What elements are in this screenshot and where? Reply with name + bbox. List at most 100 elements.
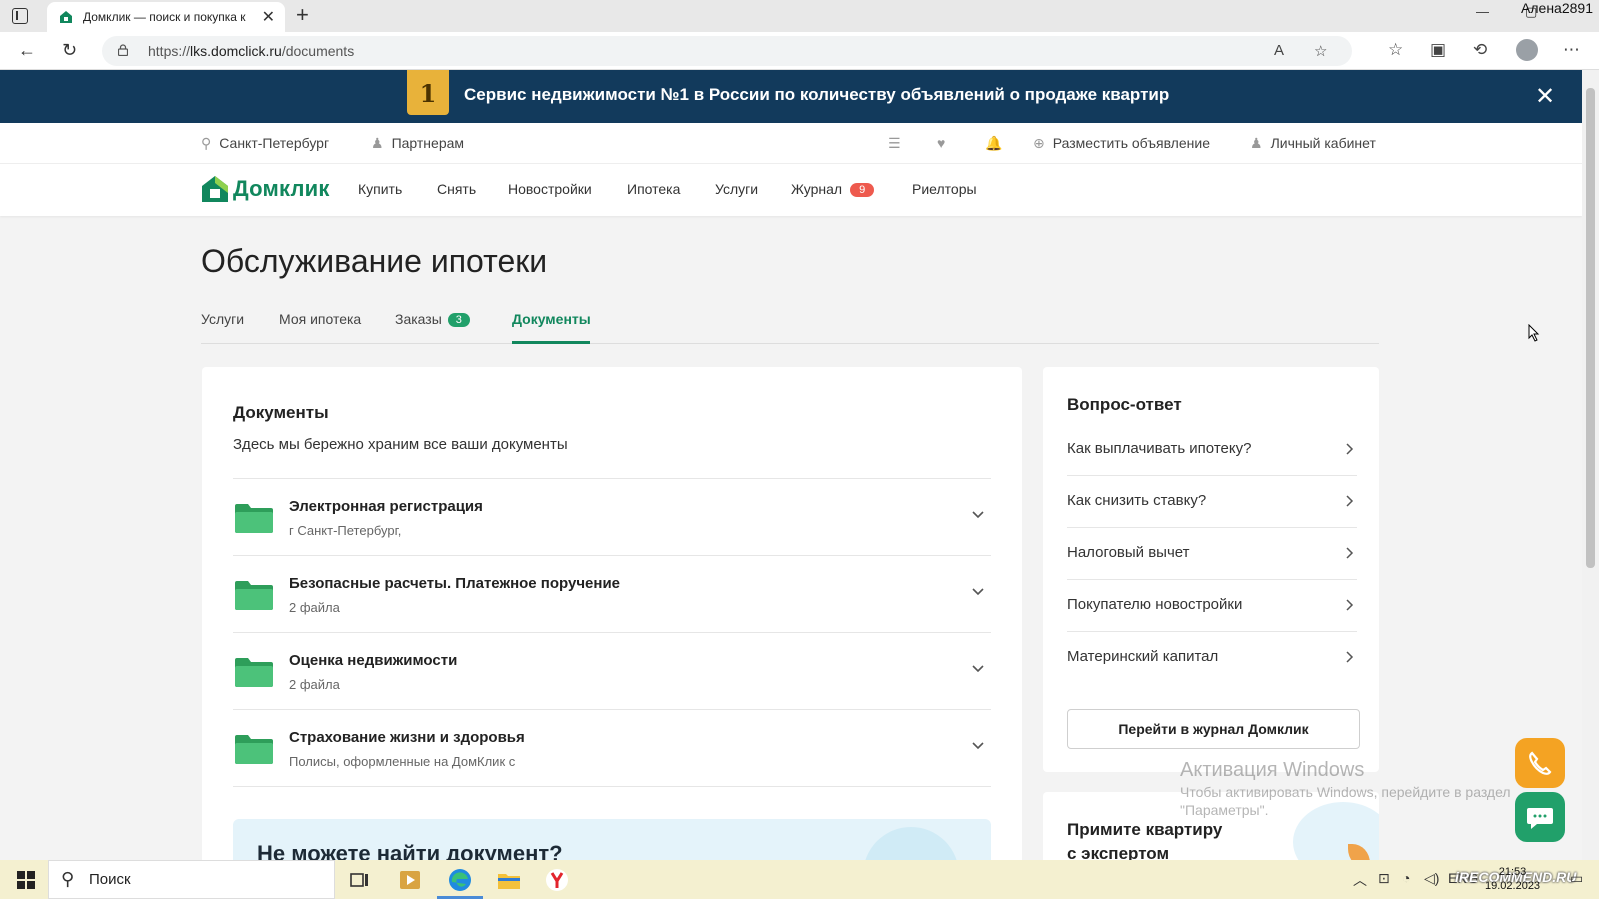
minimize-icon[interactable]: —: [1476, 4, 1489, 19]
page-scrollbar[interactable]: [1582, 70, 1599, 860]
lock-icon[interactable]: [118, 44, 128, 56]
document-row-insurance[interactable]: Страхование жизни и здоровья Полисы, офо…: [233, 709, 991, 786]
edge-browser-icon[interactable]: [446, 866, 474, 894]
chevron-down-icon[interactable]: [971, 584, 985, 598]
windows-start-icon[interactable]: [17, 871, 35, 889]
documents-title: Документы: [233, 403, 329, 422]
document-meta: г Санкт-Петербург,: [289, 523, 402, 538]
collections-icon[interactable]: ▣: [1430, 40, 1446, 60]
faq-item[interactable]: Как снизить ставку?: [1067, 476, 1357, 528]
notifications-icon[interactable]: ▭: [1570, 870, 1583, 887]
document-name: Оценка недвижимости: [289, 652, 458, 669]
nav-new-buildings[interactable]: Новостройки: [508, 181, 592, 197]
tab-services[interactable]: Услуги: [201, 311, 244, 327]
sub-tabs: Услуги Моя ипотека Заказы 3 Документы: [201, 306, 1379, 344]
windows-activation-watermark: Активация Windows Чтобы активировать Win…: [1180, 759, 1511, 818]
nav-rent[interactable]: Снять: [437, 181, 476, 197]
document-meta: Полисы, оформленные на ДомКлик с: [289, 754, 516, 769]
house-logo-icon: [202, 176, 228, 202]
post-ad-link[interactable]: ⊕ Разместить объявление: [1033, 135, 1210, 152]
favorites-icon[interactable]: ☆: [1388, 40, 1403, 60]
journal-count-badge: 9: [850, 183, 875, 197]
notifications-bell-icon[interactable]: 🔔: [985, 135, 1002, 152]
person-icon: ♟: [371, 135, 384, 151]
scroll-thumb[interactable]: [1586, 88, 1595, 568]
chevron-down-icon[interactable]: [971, 738, 985, 752]
chevron-down-icon[interactable]: [971, 661, 985, 675]
active-tab-indicator: [512, 341, 590, 344]
cabinet-link[interactable]: ♟ Личный кабинет: [1250, 135, 1376, 152]
document-row-registration[interactable]: Электронная регистрация г Санкт-Петербур…: [233, 478, 991, 555]
document-name: Безопасные расчеты. Платежное поручение: [289, 575, 621, 592]
nav-buy[interactable]: Купить: [358, 181, 402, 197]
nav-journal[interactable]: Журнал 9: [791, 181, 875, 197]
search-icon: ⚲: [61, 869, 75, 889]
close-banner-icon[interactable]: ✕: [1535, 82, 1555, 111]
yandex-browser-icon[interactable]: [543, 866, 571, 894]
call-button[interactable]: [1515, 738, 1565, 788]
chevron-down-icon[interactable]: [971, 507, 985, 521]
tab-actions-icon[interactable]: [12, 8, 28, 24]
nav-services[interactable]: Услуги: [715, 181, 758, 197]
task-view-icon[interactable]: [346, 866, 374, 894]
refresh-icon[interactable]: ↻: [62, 40, 77, 61]
nav-mortgage[interactable]: Ипотека: [627, 181, 680, 197]
system-clock[interactable]: 21:53 19.02.2023: [1485, 865, 1540, 893]
tray-expand-icon[interactable]: ︿: [1353, 870, 1367, 890]
folder-icon: [235, 735, 273, 764]
url-field[interactable]: https://lks.domclick.ru/documents A ☆: [102, 36, 1352, 66]
faq-item[interactable]: Налоговый вычет: [1067, 528, 1357, 580]
user-icon: ♟: [1250, 135, 1263, 151]
faq-title: Вопрос-ответ: [1067, 395, 1182, 414]
expert-heading: Примите квартиру с экспертом: [1067, 820, 1223, 863]
document-row-valuation[interactable]: Оценка недвижимости 2 файла: [233, 632, 991, 709]
documents-subtitle: Здесь мы бережно храним все ваши докумен…: [233, 436, 568, 453]
tray-app-icon[interactable]: ⊡: [1378, 870, 1390, 887]
faq-card: Вопрос-ответ Как выплачивать ипотеку? Ка…: [1043, 367, 1379, 772]
volume-icon[interactable]: ◁): [1424, 870, 1439, 887]
chevron-right-icon: [1346, 443, 1354, 455]
city-selector[interactable]: ⚲ Санкт-Петербург: [201, 135, 329, 152]
browser-tab[interactable]: Домклик — поиск и покупка к ✕: [47, 2, 285, 32]
document-row-safe-payments[interactable]: Безопасные расчеты. Платежное поручение …: [233, 555, 991, 632]
chat-button[interactable]: [1515, 792, 1565, 842]
document-meta: 2 файла: [289, 600, 340, 615]
top-utility-bar: ⚲ Санкт-Петербург ♟ Партнерам ☰ ♥ 🔔 ⊕ Разме…: [0, 123, 1582, 164]
document-name: Страхование жизни и здоровья: [289, 729, 525, 746]
network-icon[interactable]: ◔: [1402, 870, 1410, 886]
compare-icon[interactable]: ☰: [888, 135, 901, 152]
chevron-right-icon: [1346, 495, 1354, 507]
more-menu-icon[interactable]: ⋯: [1563, 40, 1580, 60]
folder-icon: [235, 658, 273, 687]
partners-link[interactable]: ♟ Партнерам: [371, 135, 464, 152]
chat-bubble-icon: [1527, 808, 1553, 829]
tab-my-mortgage[interactable]: Моя ипотека: [279, 311, 361, 327]
go-to-journal-button[interactable]: Перейти в журнал Домклик: [1067, 709, 1360, 749]
tab-close-icon[interactable]: ✕: [262, 7, 275, 27]
main-nav: Домклик Купить Снять Новостройки Ипотека…: [0, 164, 1582, 216]
folder-icon: [235, 581, 273, 610]
document-name: Электронная регистрация: [289, 498, 483, 515]
history-icon[interactable]: ⟲: [1473, 40, 1487, 60]
tab-documents[interactable]: Документы: [512, 311, 591, 327]
promo-text: Сервис недвижимости №1 в России по колич…: [464, 85, 1170, 104]
taskbar-search[interactable]: ⚲ Поиск: [48, 860, 335, 899]
back-arrow-icon[interactable]: ←: [18, 40, 36, 61]
page-title: Обслуживание ипотеки: [201, 243, 548, 279]
faq-item[interactable]: Покупателю новостройки: [1067, 580, 1357, 632]
new-tab-button[interactable]: +: [296, 2, 309, 28]
promo-banner: 1 Сервис недвижимости №1 в России по кол…: [0, 70, 1582, 123]
mouse-cursor-icon: [1528, 324, 1540, 342]
faq-item[interactable]: Материнский капитал: [1067, 632, 1357, 684]
profile-avatar[interactable]: [1516, 39, 1538, 61]
documents-card: Документы Здесь мы бережно храним все ва…: [202, 367, 1022, 867]
file-explorer-icon[interactable]: [495, 866, 523, 894]
favorites-heart-icon[interactable]: ♥: [937, 135, 945, 151]
chevron-right-icon: [1346, 599, 1354, 611]
faq-item[interactable]: Как выплачивать ипотеку?: [1067, 424, 1357, 476]
tab-orders[interactable]: Заказы 3: [395, 311, 470, 327]
nav-realtors[interactable]: Риелторы: [912, 181, 977, 197]
add-favorite-icon[interactable]: ☆: [1314, 42, 1327, 60]
read-aloud-icon[interactable]: A: [1274, 42, 1284, 59]
media-player-icon[interactable]: [396, 866, 424, 894]
